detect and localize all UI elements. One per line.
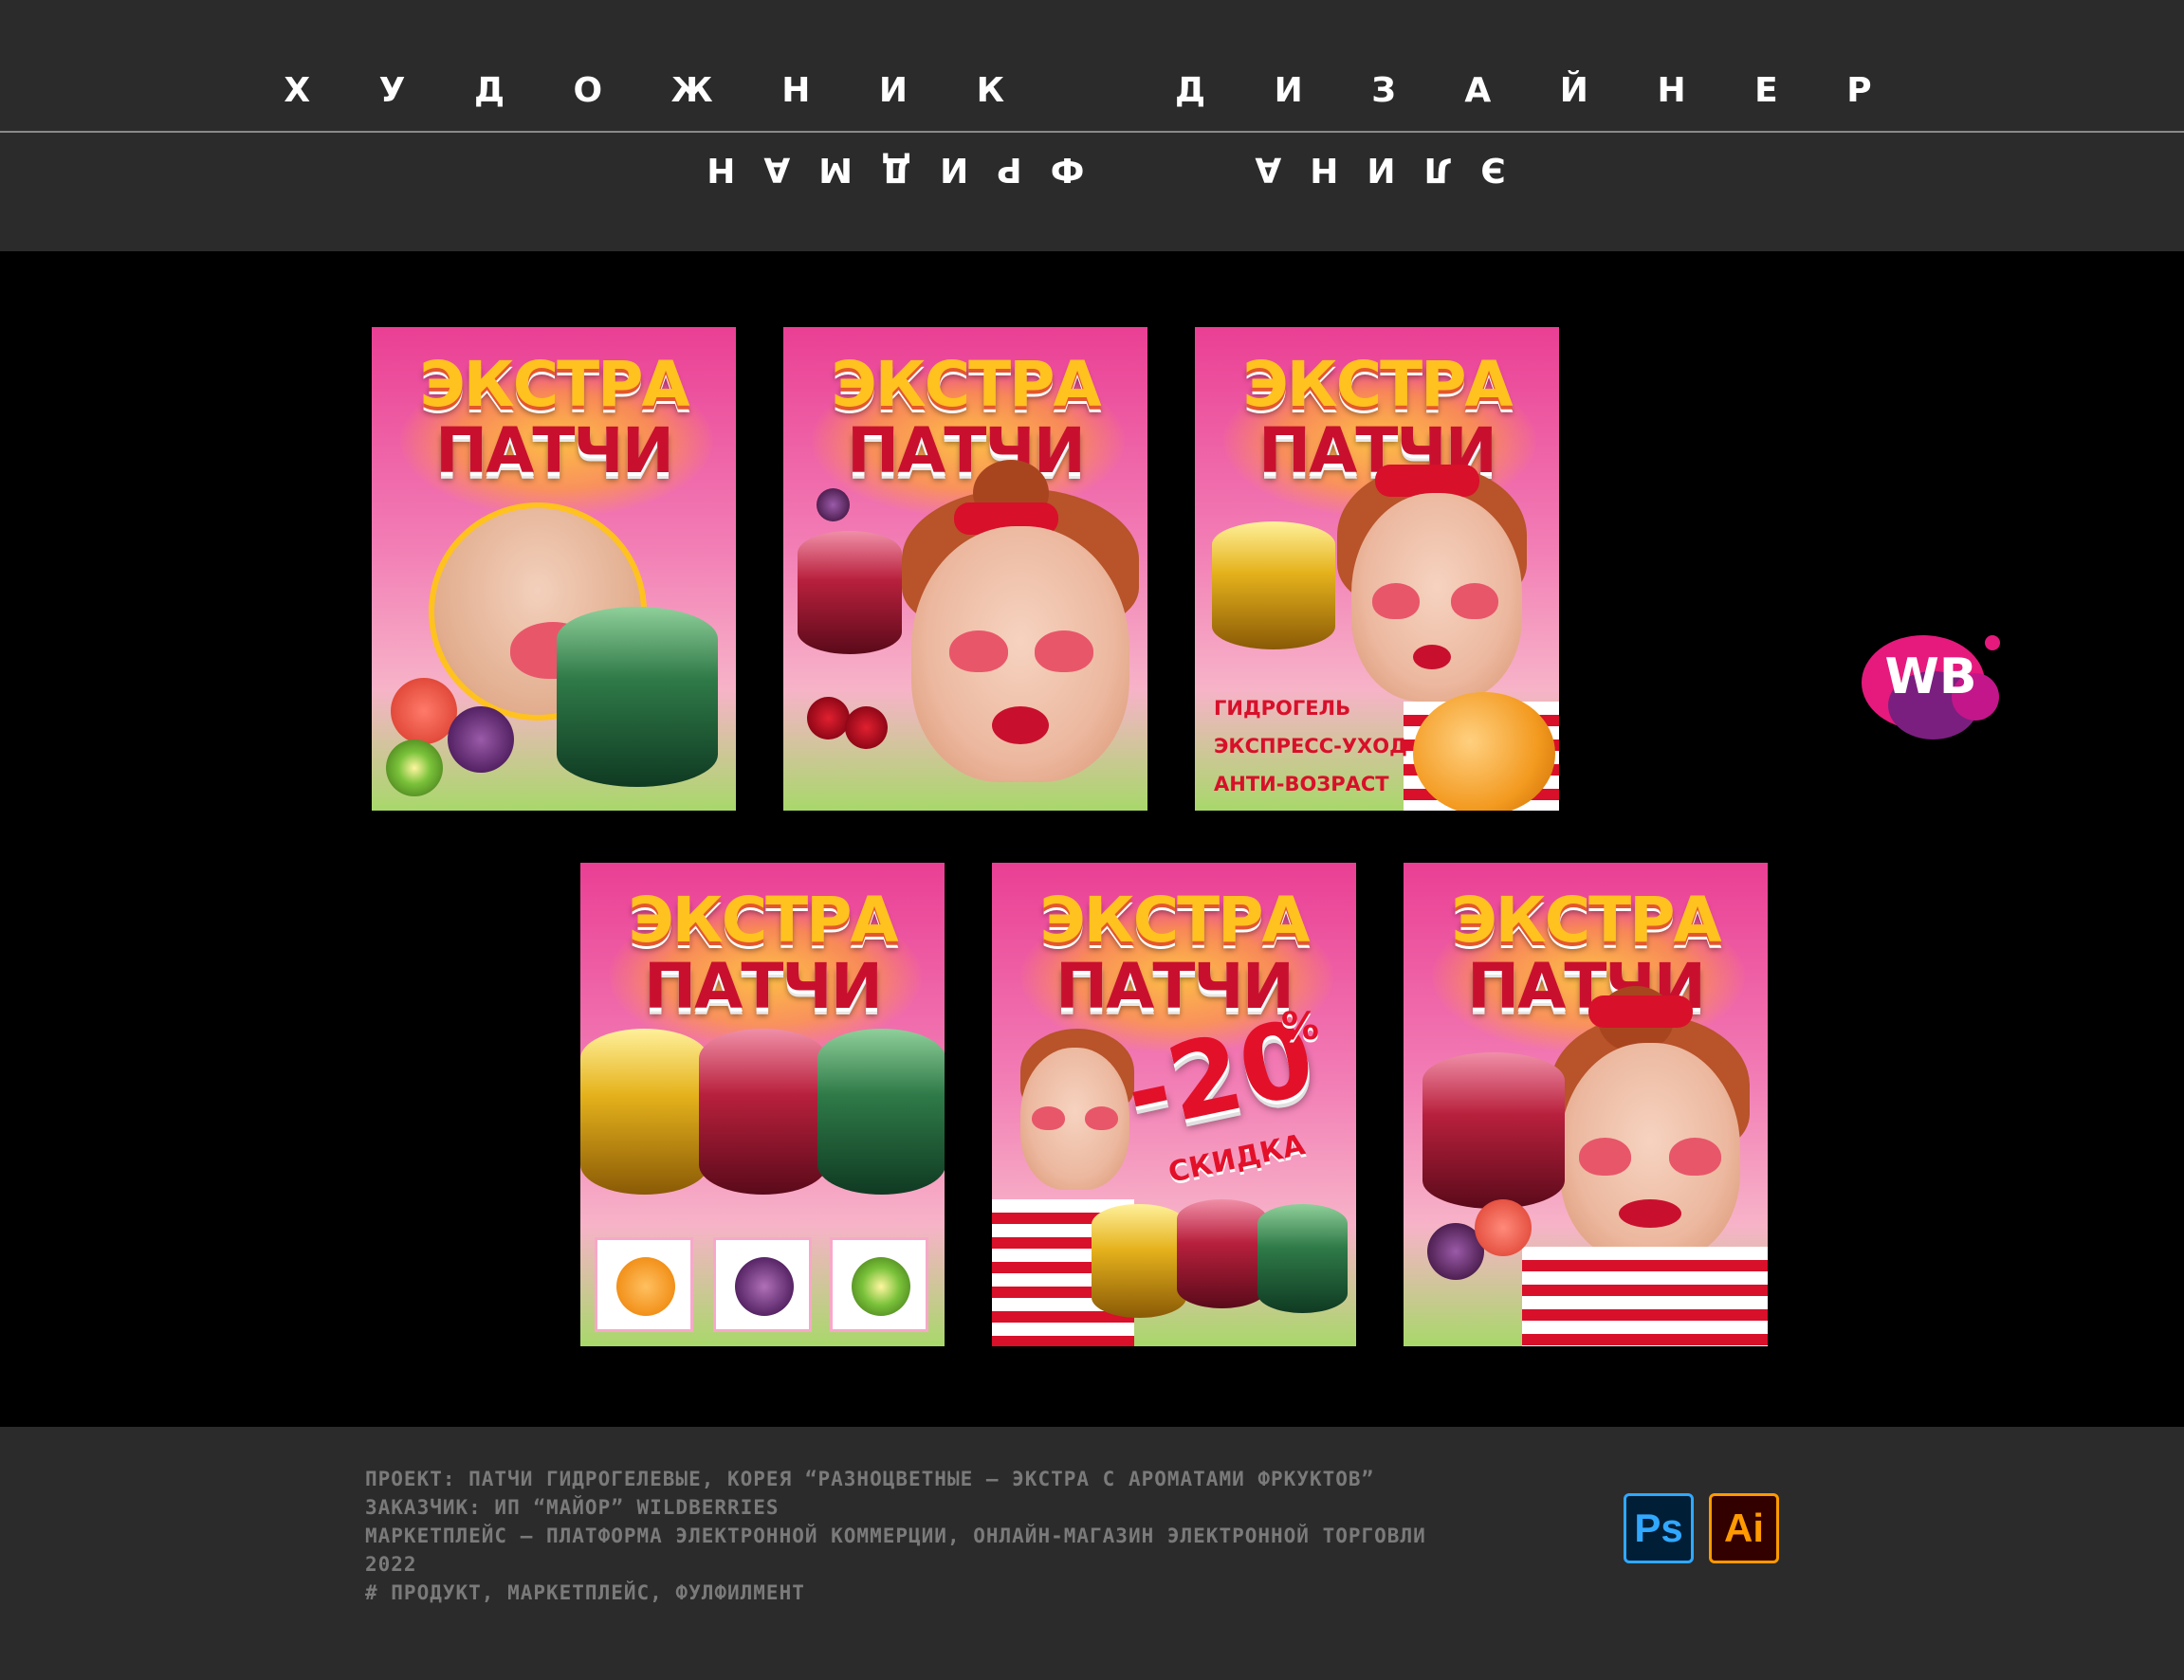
left-eye-patch	[1372, 583, 1420, 619]
artist-surname: ФРИДМАН	[678, 150, 1085, 189]
kiwi-icon	[852, 1257, 910, 1316]
cherry-icon	[845, 706, 888, 749]
poster-card-2[interactable]: ЭКСТРА ПАТЧИ	[783, 327, 1147, 811]
red-patch-jar	[798, 531, 902, 654]
red-bow	[1375, 465, 1479, 497]
right-eye-patch	[1085, 1106, 1118, 1130]
face	[1560, 1043, 1740, 1261]
right-eye-patch	[1669, 1138, 1721, 1176]
feature-anti-age: АНТИ-ВОЗРАСТ	[1214, 773, 1389, 795]
illustrator-icon: Ai	[1709, 1493, 1779, 1563]
orange-icon	[616, 1257, 675, 1316]
green-patch-jar	[817, 1029, 945, 1195]
poster-card-6[interactable]: ЭКСТРА ПАТЧИ	[1404, 863, 1768, 1346]
project-info: ПРОЕКТ: ПАТЧИ ГИДРОГЕЛЕВЫЕ, КОРЕЯ “РАЗНО…	[365, 1467, 1426, 1605]
red-patch-jar	[1177, 1199, 1267, 1308]
poster-title-top: ЭКСТРА	[1039, 884, 1310, 957]
green-patch-jar	[557, 607, 718, 787]
right-eye-patch	[1451, 583, 1498, 619]
face	[911, 526, 1129, 782]
poster-title-top: ЭКСТРА	[1451, 884, 1721, 957]
grapefruit-icon	[1475, 1199, 1532, 1256]
poster-title-bottom: ПАТЧИ	[435, 414, 674, 487]
face	[1351, 493, 1522, 702]
role-artist: Х У Д О Ж Н И К	[284, 71, 1034, 110]
left-eye-patch	[1032, 1106, 1065, 1130]
feature-express-care: ЭКСПРЕСС-УХОД	[1214, 735, 1407, 758]
header: Х У Д О Ж Н И К Д И З А Й Н Е Р ЭЛИНА ФР…	[0, 0, 2184, 251]
photoshop-icon: Ps	[1624, 1493, 1694, 1563]
kiwi-box	[830, 1237, 928, 1332]
project-line: ПРОЕКТ: ПАТЧИ ГИДРОГЕЛЕВЫЕ, КОРЕЯ “РАЗНО…	[365, 1468, 1375, 1490]
poster-title-bottom: ПАТЧИ	[1467, 950, 1706, 1023]
cherry-icon	[807, 697, 850, 740]
poster-card-3[interactable]: ЭКСТРА ПАТЧИ ГИДРОГЕЛЬ ЭКСПРЕСС-УХОД АНТ…	[1195, 327, 1559, 811]
poster-title-top: ЭКСТРА	[628, 884, 898, 957]
open-mouth	[992, 706, 1049, 744]
poster-card-5[interactable]: ЭКСТРА ПАТЧИ -20 % СКИДКА	[992, 863, 1356, 1346]
tags-line: # ПРОДУКТ, МАРКЕТПЛЕЙС, ФУЛФИЛМЕНТ	[365, 1581, 805, 1604]
poster-title-bottom: ПАТЧИ	[847, 414, 1086, 487]
header-roles: Х У Д О Ж Н И К Д И З А Й Н Е Р	[0, 71, 2184, 110]
left-eye-patch	[949, 630, 1008, 672]
poster-card-4[interactable]: ЭКСТРА ПАТЧИ	[580, 863, 945, 1346]
orange-box	[595, 1237, 693, 1332]
gold-patch-jar	[1092, 1204, 1186, 1318]
header-names-mirrored: ЭЛИНА ФРИДМАН	[0, 150, 2184, 189]
plum-icon	[817, 488, 850, 521]
kiwi-icon	[386, 740, 443, 796]
logo-label: WB	[1884, 648, 1977, 705]
discount-badge: -20 % СКИДКА	[1114, 996, 1324, 1204]
poster-title-bottom: ПАТЧИ	[644, 950, 883, 1023]
footer: ПРОЕКТ: ПАТЧИ ГИДРОГЕЛЕВЫЕ, КОРЕЯ “РАЗНО…	[0, 1427, 2184, 1680]
marketplace-line: МАРКЕТПЛЕЙС — ПЛАТФОРМА ЭЛЕКТРОННОЙ КОММ…	[365, 1525, 1426, 1547]
poster-gallery: ЭКСТРА ПАТЧИ ЭКСТРА ПАТЧИ ЭКСТРА ПАТЧИ Г…	[0, 251, 2184, 1427]
lips	[1413, 645, 1451, 669]
gold-patch-jar	[1212, 521, 1335, 649]
feature-hydrogel: ГИДРОГЕЛЬ	[1214, 697, 1351, 720]
poster-title-top: ЭКСТРА	[831, 348, 1101, 421]
logo-dot	[1985, 635, 2000, 650]
plum-box	[713, 1237, 812, 1332]
red-bow	[1588, 995, 1693, 1028]
poster-title-top: ЭКСТРА	[1242, 348, 1513, 421]
striped-shirt	[1522, 1247, 1768, 1346]
right-eye-patch	[1035, 630, 1093, 672]
face	[1020, 1048, 1129, 1190]
plum-icon	[448, 706, 514, 773]
left-eye-patch	[1579, 1138, 1631, 1176]
artist-name: ЭЛИНА	[1226, 150, 1506, 189]
red-patch-jar	[1422, 1052, 1565, 1209]
smile	[1619, 1199, 1681, 1228]
red-patch-jar	[699, 1029, 827, 1195]
gold-patch-jar	[580, 1029, 708, 1195]
year-line: 2022	[365, 1553, 417, 1576]
poster-title-top: ЭКСТРА	[419, 348, 689, 421]
poster-card-1[interactable]: ЭКСТРА ПАТЧИ	[372, 327, 736, 811]
green-patch-jar	[1257, 1204, 1348, 1313]
discount-percent: %	[1280, 1005, 1319, 1049]
client-line: ЗАКАЗЧИК: ИП “МАЙОР” WILDBERRIES	[365, 1496, 780, 1519]
header-divider	[0, 131, 2184, 133]
role-designer: Д И З А Й Н Е Р	[1175, 71, 1900, 110]
plum-icon	[735, 1257, 794, 1316]
orange-icon	[1413, 692, 1555, 811]
feature-list: ГИДРОГЕЛЬ ЭКСПРЕСС-УХОД АНТИ-ВОЗРАСТ	[1214, 697, 1407, 795]
wildberries-logo: WB	[1862, 635, 2004, 740]
